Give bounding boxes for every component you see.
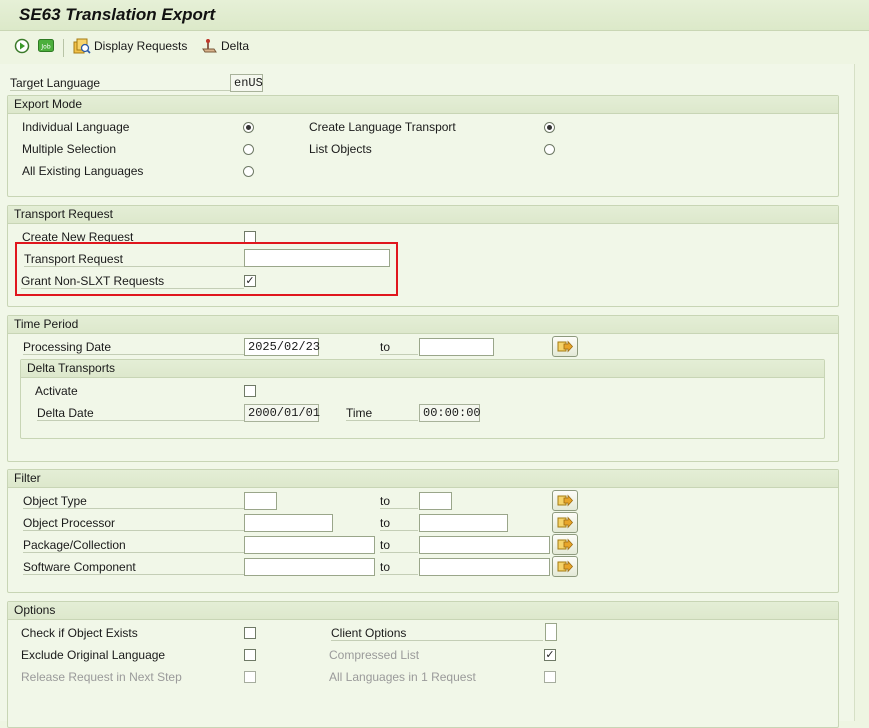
- package-collection-to-field[interactable]: [419, 536, 550, 554]
- individual-language-radio[interactable]: [243, 122, 254, 133]
- export-mode-header: Export Mode: [8, 96, 838, 114]
- background-job-button[interactable]: Job: [38, 38, 55, 53]
- delta-transports-group: Delta Transports: [20, 359, 825, 439]
- object-processor-to-field[interactable]: [419, 514, 508, 532]
- delta-button[interactable]: Delta: [202, 38, 249, 54]
- delta-date-field[interactable]: 2000/01/01: [244, 404, 320, 422]
- client-options-field[interactable]: [545, 623, 557, 641]
- job-icon: Job: [38, 39, 54, 52]
- object-type-label: Object Type: [23, 494, 244, 509]
- object-type-field[interactable]: [244, 492, 277, 510]
- compressed-list-label: Compressed List: [329, 648, 420, 662]
- delta-date-label: Delta Date: [37, 406, 244, 421]
- software-component-label: Software Component: [23, 560, 244, 575]
- individual-language-label: Individual Language: [22, 120, 130, 134]
- compressed-list-checkbox[interactable]: ✓: [544, 649, 556, 661]
- all-existing-languages-label: All Existing Languages: [22, 164, 144, 178]
- right-edge-strip: [855, 64, 869, 721]
- package-collection-field[interactable]: [244, 536, 375, 554]
- list-objects-radio[interactable]: [544, 144, 555, 155]
- multiple-selection-arrow-icon: [557, 516, 573, 529]
- export-mode-group: Export Mode: [7, 95, 839, 197]
- target-language-field[interactable]: enUS: [230, 74, 263, 92]
- software-component-multiple-selection-button[interactable]: [552, 556, 578, 577]
- time-label: Time: [346, 406, 418, 421]
- software-component-field[interactable]: [244, 558, 375, 576]
- activate-label: Activate: [35, 384, 78, 398]
- multiple-selection-arrow-icon: [557, 538, 573, 551]
- execute-clock-icon: [14, 38, 30, 54]
- all-languages-1-request-checkbox[interactable]: [544, 671, 556, 683]
- multiple-selection-arrow-icon: [557, 340, 573, 353]
- all-existing-languages-radio[interactable]: [243, 166, 254, 177]
- exclude-original-language-label: Exclude Original Language: [21, 648, 166, 662]
- processing-date-field[interactable]: 2025/02/23: [244, 338, 320, 356]
- delta-label: Delta: [221, 39, 250, 53]
- release-request-next-step-checkbox[interactable]: [244, 671, 256, 683]
- check-if-object-exists-checkbox[interactable]: [244, 627, 256, 639]
- client-options-label: Client Options: [331, 626, 543, 641]
- toolbar-separator: [63, 39, 64, 57]
- object-processor-label: Object Processor: [23, 516, 244, 531]
- execute-button[interactable]: [14, 38, 30, 54]
- list-objects-label: List Objects: [309, 142, 372, 156]
- package-collection-label: Package/Collection: [23, 538, 244, 553]
- create-language-transport-radio[interactable]: [544, 122, 555, 133]
- target-language-label: Target Language: [10, 76, 232, 91]
- time-field[interactable]: 00:00:00: [419, 404, 481, 422]
- object-processor-to-label: to: [380, 516, 418, 531]
- delta-icon: [202, 39, 217, 53]
- processing-date-to-label: to: [380, 340, 418, 355]
- time-period-header: Time Period: [8, 316, 838, 334]
- software-component-to-field[interactable]: [419, 558, 550, 576]
- package-collection-to-label: to: [380, 538, 418, 553]
- options-header: Options: [8, 602, 838, 620]
- object-processor-multiple-selection-button[interactable]: [552, 512, 578, 533]
- processing-date-label: Processing Date: [23, 340, 244, 355]
- display-requests-button[interactable]: Display Requests: [73, 38, 187, 54]
- delta-transports-header: Delta Transports: [21, 360, 824, 378]
- processing-date-to-field[interactable]: [419, 338, 494, 356]
- software-component-to-label: to: [380, 560, 418, 575]
- multiple-selection-arrow-icon: [557, 494, 573, 507]
- activate-checkbox[interactable]: [244, 385, 256, 397]
- all-languages-1-request-label: All Languages in 1 Request: [329, 670, 476, 684]
- multiple-selection-radio[interactable]: [243, 144, 254, 155]
- page-title: SE63 Translation Export: [19, 5, 216, 24]
- check-if-object-exists-label: Check if Object Exists: [21, 626, 138, 640]
- release-request-next-step-label: Release Request in Next Step: [21, 670, 182, 684]
- multiple-selection-label: Multiple Selection: [22, 142, 117, 156]
- multiple-selection-button[interactable]: [552, 336, 578, 357]
- object-type-to-label: to: [380, 494, 418, 509]
- object-type-to-field[interactable]: [419, 492, 452, 510]
- red-highlight-box: [15, 242, 398, 296]
- package-collection-multiple-selection-button[interactable]: [552, 534, 578, 555]
- create-language-transport-label: Create Language Transport: [309, 120, 456, 134]
- object-processor-field[interactable]: [244, 514, 333, 532]
- filter-header: Filter: [8, 470, 838, 488]
- multiple-selection-arrow-icon: [557, 560, 573, 573]
- exclude-original-language-checkbox[interactable]: [244, 649, 256, 661]
- display-requests-label: Display Requests: [94, 39, 188, 53]
- display-requests-icon: [73, 38, 91, 54]
- options-group: Options: [7, 601, 839, 728]
- object-type-multiple-selection-button[interactable]: [552, 490, 578, 511]
- transport-request-header: Transport Request: [8, 206, 838, 224]
- svg-text:Job: Job: [40, 44, 50, 51]
